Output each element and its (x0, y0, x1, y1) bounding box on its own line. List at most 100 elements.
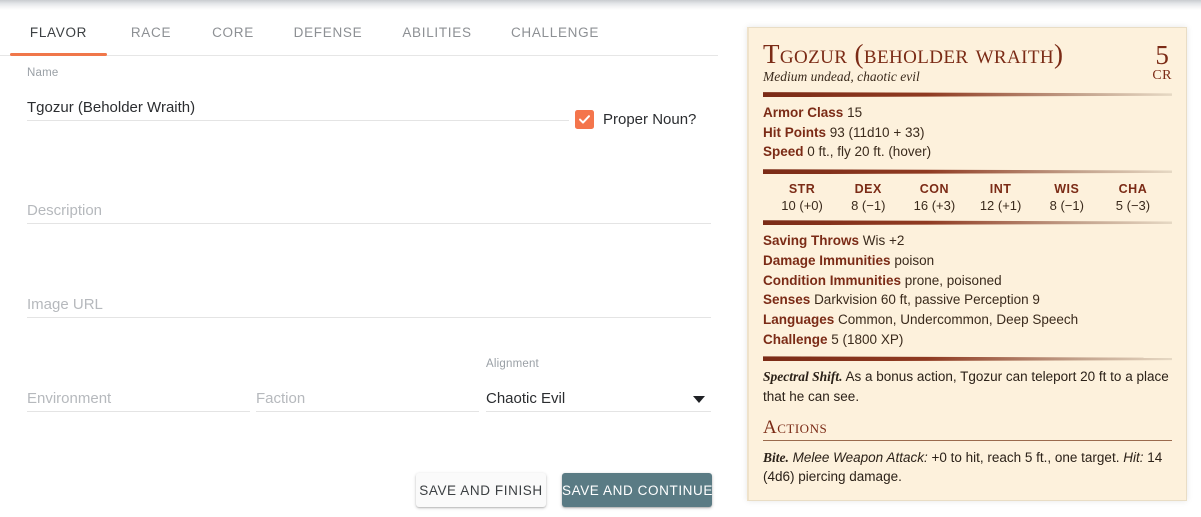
statblock-preview: Tgozur (Beholder Wraith) Medium undead, … (747, 27, 1187, 502)
languages-line: Languages Common, Undercommon, Deep Spee… (763, 310, 1172, 330)
ability-int-score: 12 (+1) (979, 198, 1022, 214)
statblock-identity: Tgozur (Beholder Wraith) Medium undead, … (763, 40, 1063, 85)
trait-spectral-shift: Spectral Shift. As a bonus action, Tgozu… (763, 367, 1172, 405)
armor-class-line: Armor Class 15 (763, 103, 1172, 123)
save-and-continue-button[interactable]: SAVE AND CONTINUE (562, 473, 712, 507)
cr-number: 5 (1155, 40, 1169, 70)
hit-points-value: 93 (11d10 + 33) (829, 124, 925, 140)
tab-flavor[interactable]: FLAVOR (10, 10, 107, 56)
tab-defense-label: DEFENSE (293, 25, 363, 40)
monster-builder-page: FLAVOR RACE CORE DEFENSE ABILITIES CHALL… (0, 0, 1201, 517)
alignment-select[interactable]: Alignment Chaotic Evil (486, 358, 711, 412)
hit-points-label: Hit Points (763, 124, 826, 140)
statblock-subtitle: Medium undead, chaotic evil (763, 69, 920, 85)
image-url-placeholder: Image URL (27, 296, 103, 313)
ability-int: INT 12 (+1) (968, 182, 1034, 213)
ability-wis-name: WIS (1054, 182, 1080, 197)
condition-immunities-line: Condition Immunities prone, poisoned (763, 271, 1172, 291)
trait-spectral-shift-name: Spectral Shift. (763, 369, 843, 385)
languages-label: Languages (763, 312, 835, 327)
challenge-value: 5 (1800 XP) (831, 331, 904, 347)
saving-throws-label: Saving Throws (763, 233, 860, 249)
cr-label: CR (1152, 68, 1172, 83)
ability-str: STR 10 (+0) (769, 182, 835, 213)
speed-label: Speed (763, 144, 804, 160)
saving-throws-line: Saving Throws Wis +2 (763, 231, 1172, 251)
damage-immunities-line: Damage Immunities poison (763, 251, 1172, 271)
active-tab-underline (10, 53, 107, 56)
tab-challenge-label: CHALLENGE (510, 25, 600, 40)
ability-dex: DEX 8 (−1) (835, 182, 901, 213)
action-bite: Bite. Melee Weapon Attack: +0 to hit, re… (763, 448, 1172, 486)
challenge-rating-badge: 5 CR (1142, 40, 1172, 83)
name-field-label: Name (27, 67, 59, 79)
faction-field[interactable]: Faction (256, 378, 479, 412)
detail-stats: Saving Throws Wis +2 Damage Immunities p… (763, 231, 1172, 349)
description-field[interactable]: Description (27, 190, 711, 224)
alignment-label: Alignment (486, 358, 539, 370)
ability-int-name: INT (989, 182, 1012, 197)
armor-class-value: 15 (847, 105, 863, 121)
ability-wis: WIS 8 (−1) (1034, 182, 1100, 213)
ability-con-score: 16 (+3) (913, 198, 956, 214)
languages-value: Common, Undercommon, Deep Speech (838, 312, 1079, 327)
divider-abilities-top (763, 169, 1172, 175)
action-bite-name: Bite. (763, 449, 789, 465)
environment-field[interactable]: Environment (27, 378, 250, 412)
ability-scores-table: STR 10 (+0) DEX 8 (−1) CON 16 (+3) INT 1… (763, 180, 1172, 213)
tab-race-label: RACE (130, 25, 172, 40)
ability-wis-score: 8 (−1) (1049, 198, 1084, 214)
tab-flavor-label: FLAVOR (29, 25, 88, 40)
name-field-value: Tgozur (Beholder Wraith) (27, 99, 196, 116)
ability-str-score: 10 (+0) (781, 198, 823, 214)
checkmark-icon[interactable] (575, 110, 594, 129)
ability-str-name: STR (788, 182, 816, 197)
speed-line: Speed 0 ft., fly 20 ft. (hover) (763, 142, 1172, 162)
ability-cha-score: 5 (−3) (1115, 198, 1151, 214)
ability-con: CON 16 (+3) (901, 182, 967, 213)
damage-immunities-label: Damage Immunities (763, 252, 891, 268)
chevron-down-icon[interactable] (693, 396, 705, 403)
action-bite-attack-type: Melee Weapon Attack: (788, 449, 928, 465)
condition-immunities-value: prone, poisoned (904, 272, 1002, 288)
proper-noun-label: Proper Noun? (603, 111, 697, 128)
divider-traits (763, 356, 1172, 362)
statblock-title: Tgozur (Beholder Wraith) (763, 39, 1064, 69)
tab-abilities[interactable]: ABILITIES (387, 10, 487, 55)
challenge-label: Challenge (763, 331, 828, 347)
ability-dex-name: DEX (854, 182, 882, 197)
defense-stats: Armor Class 15 Hit Points 93 (11d10 + 33… (763, 103, 1172, 162)
tab-core-label: CORE (212, 25, 254, 40)
environment-placeholder: Environment (27, 390, 112, 407)
senses-label: Senses (763, 292, 811, 308)
tab-challenge[interactable]: CHALLENGE (496, 10, 614, 55)
armor-class-label: Armor Class (763, 105, 844, 121)
ability-dex-score: 8 (−1) (851, 198, 886, 214)
challenge-line: Challenge 5 (1800 XP) (763, 330, 1172, 350)
app-bar-shadow (0, 0, 1201, 10)
actions-heading: Actions (763, 417, 1172, 441)
tab-defense[interactable]: DEFENSE (278, 10, 378, 55)
action-bite-attack-detail: +0 to hit, reach 5 ft., one target. (927, 449, 1124, 465)
description-placeholder: Description (27, 202, 103, 219)
ability-cha-name: CHA (1118, 182, 1148, 197)
condition-immunities-label: Condition Immunities (763, 272, 901, 288)
name-field[interactable]: Name Tgozur (Beholder Wraith) (27, 67, 569, 121)
tab-core[interactable]: CORE (197, 10, 269, 55)
hit-points-line: Hit Points 93 (11d10 + 33) (763, 123, 1172, 143)
flavor-form-pane: FLAVOR RACE CORE DEFENSE ABILITIES CHALL… (0, 10, 735, 517)
tab-abilities-label: ABILITIES (402, 25, 472, 40)
tab-race[interactable]: RACE (115, 10, 187, 55)
ability-con-name: CON (919, 182, 950, 197)
divider-top (763, 92, 1172, 98)
senses-value: Darkvision 60 ft, passive Perception 9 (814, 292, 1040, 308)
builder-tabs: FLAVOR RACE CORE DEFENSE ABILITIES CHALL… (0, 10, 718, 56)
action-bite-hit-label: Hit: (1123, 449, 1144, 465)
saving-throws-value: Wis +2 (862, 233, 905, 249)
divider-abilities-bottom (763, 220, 1172, 226)
speed-value: 0 ft., fly 20 ft. (hover) (807, 144, 932, 160)
ability-cha: CHA 5 (−3) (1100, 182, 1166, 213)
proper-noun-checkbox-row[interactable]: Proper Noun? (575, 110, 696, 129)
save-and-finish-button[interactable]: SAVE AND FINISH (416, 473, 546, 507)
image-url-field[interactable]: Image URL (27, 284, 711, 318)
